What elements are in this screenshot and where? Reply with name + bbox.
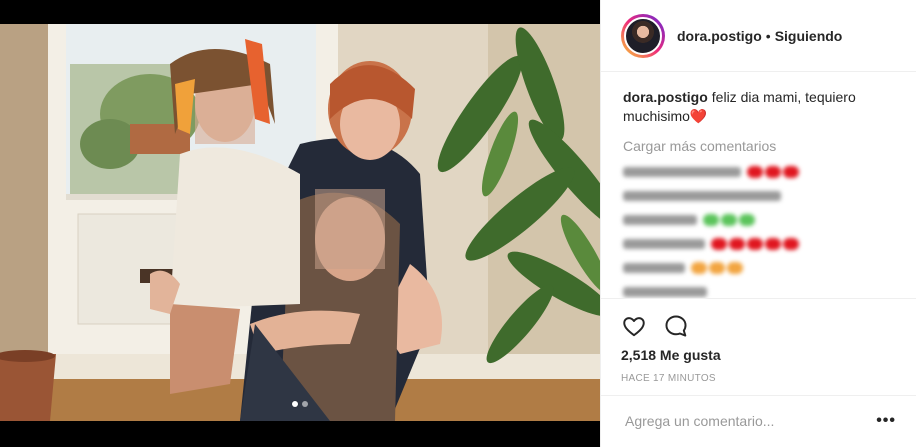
avatar [624, 16, 662, 55]
carousel-dot-2 [302, 401, 308, 407]
avatar-story-ring[interactable] [621, 13, 665, 58]
post-caption: dora.postigo feliz dia mami, tequiero muc… [623, 88, 894, 126]
load-more-comments-link[interactable]: Cargar más comentarios [623, 138, 894, 154]
post-media [0, 0, 600, 447]
following-button[interactable]: Siguiendo [775, 28, 843, 44]
post-actions: 2,518 Me gusta HACE 17 MINUTOS ••• [601, 298, 916, 445]
comment-row [623, 184, 894, 208]
caption-username[interactable]: dora.postigo [623, 89, 708, 105]
carousel-indicator [0, 401, 600, 407]
likes-count[interactable]: 2,518 Me gusta [621, 347, 896, 363]
username-link[interactable]: dora.postigo [677, 28, 762, 44]
comment-input[interactable] [623, 411, 877, 430]
add-comment-bar: ••• [601, 395, 916, 445]
post-timestamp[interactable]: HACE 17 MINUTOS [621, 373, 896, 384]
comment-row [623, 160, 894, 184]
post-photo[interactable] [0, 24, 600, 421]
photo-illustration [0, 24, 600, 421]
red-heart-emoji: ❤️ [689, 108, 708, 124]
header-separator: • [765, 27, 771, 44]
instagram-post: dora.postigo • Siguiendo dora.postigo fel… [0, 0, 916, 447]
comment-row [623, 256, 894, 280]
action-icons [621, 299, 896, 339]
speech-bubble-icon[interactable] [663, 313, 689, 339]
ellipsis-icon[interactable]: ••• [876, 412, 896, 430]
comments-section: dora.postigo feliz dia mami, tequiero muc… [601, 72, 916, 298]
post-sidebar: dora.postigo • Siguiendo dora.postigo fel… [600, 0, 916, 447]
comment-row [623, 232, 894, 256]
comment-row [623, 208, 894, 232]
post-header: dora.postigo • Siguiendo [601, 0, 916, 72]
heart-outline-icon[interactable] [621, 313, 647, 339]
blurred-comments [623, 160, 894, 298]
carousel-dot-1 [292, 401, 298, 407]
comment-row [623, 280, 894, 298]
